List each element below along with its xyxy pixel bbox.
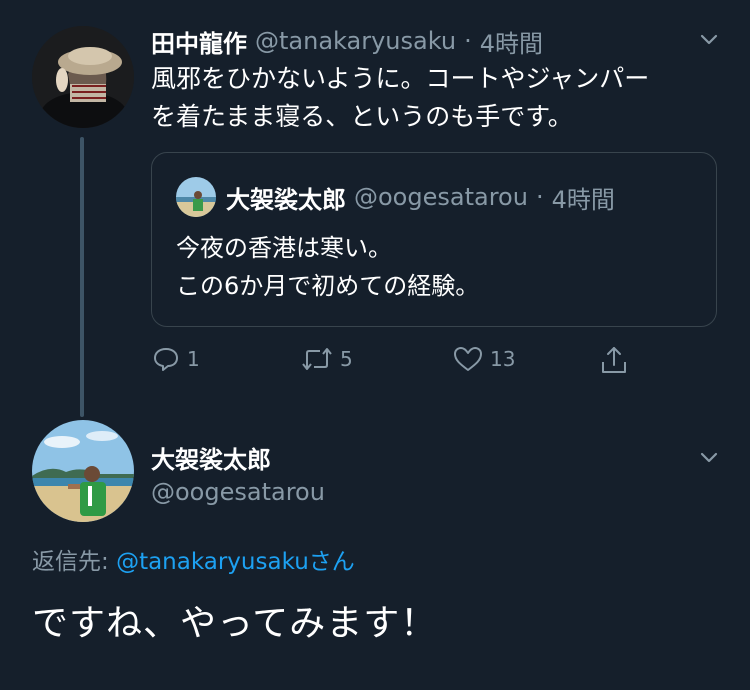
- quoted-display-name: 大袈裟太郎: [226, 185, 346, 214]
- handle[interactable]: @tanakaryusaku: [255, 27, 456, 55]
- replying-to-suffix: さん: [308, 549, 355, 575]
- timestamp[interactable]: 4時間: [480, 24, 543, 59]
- separator: ·: [535, 183, 544, 211]
- retweet-icon: [302, 348, 332, 370]
- reply-handle[interactable]: @oogesatarou: [151, 478, 325, 506]
- reply-count: 1: [187, 347, 200, 371]
- replying-to: 返信先: @tanakaryusakuさん: [32, 542, 355, 576]
- share-icon: [602, 347, 626, 373]
- heart-icon: [454, 347, 482, 371]
- quoted-tweet-header: 大袈裟太郎 @oogesatarou · 4時間: [226, 182, 615, 214]
- quoted-avatar: [176, 177, 216, 217]
- reply-tweet-text: ですね、やってみます！: [32, 603, 438, 644]
- avatar-tanakaryusaku[interactable]: [32, 26, 134, 128]
- text-line: 風邪をひかないように。コートやジャンパー: [151, 64, 650, 93]
- chevron-down-icon: [700, 34, 718, 45]
- reply-display-name[interactable]: 大袈裟太郎: [151, 440, 271, 475]
- share-button[interactable]: [598, 344, 630, 376]
- like-button[interactable]: 13: [452, 344, 515, 374]
- quoted-tweet-text: 今夜の香港は寒い。 この6か月で初めての経験。: [176, 229, 696, 305]
- text-line: 今夜の香港は寒い。: [176, 234, 392, 262]
- text-line: を着たまま寝る、というのも手です。: [151, 102, 573, 131]
- thread-connector-line: [80, 137, 84, 417]
- reply-icon: [154, 348, 178, 371]
- parent-tweet-menu-button[interactable]: [696, 26, 722, 56]
- display-name[interactable]: 田中龍作: [151, 24, 247, 59]
- reply-tweet-menu-button[interactable]: [696, 444, 722, 474]
- avatar-oogesatarou[interactable]: [32, 420, 134, 522]
- parent-tweet-text: 風邪をひかないように。コートやジャンパー を着たまま寝る、というのも手です。: [151, 60, 731, 136]
- replying-to-handle-link[interactable]: @tanakaryusaku: [116, 549, 309, 575]
- quoted-timestamp: 4時間: [551, 185, 615, 214]
- text-line: この6か月で初めての経験。: [176, 272, 480, 300]
- retweet-button[interactable]: 5: [300, 344, 353, 374]
- reply-button[interactable]: 1: [151, 344, 200, 374]
- quoted-handle: @oogesatarou: [354, 183, 528, 211]
- retweet-count: 5: [340, 347, 353, 371]
- parent-tweet-header: 田中龍作 @tanakaryusaku · 4時間: [151, 24, 543, 59]
- separator: ·: [464, 27, 472, 55]
- chevron-down-icon: [700, 452, 718, 463]
- replying-to-label: 返信先:: [32, 549, 109, 575]
- like-count: 13: [490, 347, 516, 371]
